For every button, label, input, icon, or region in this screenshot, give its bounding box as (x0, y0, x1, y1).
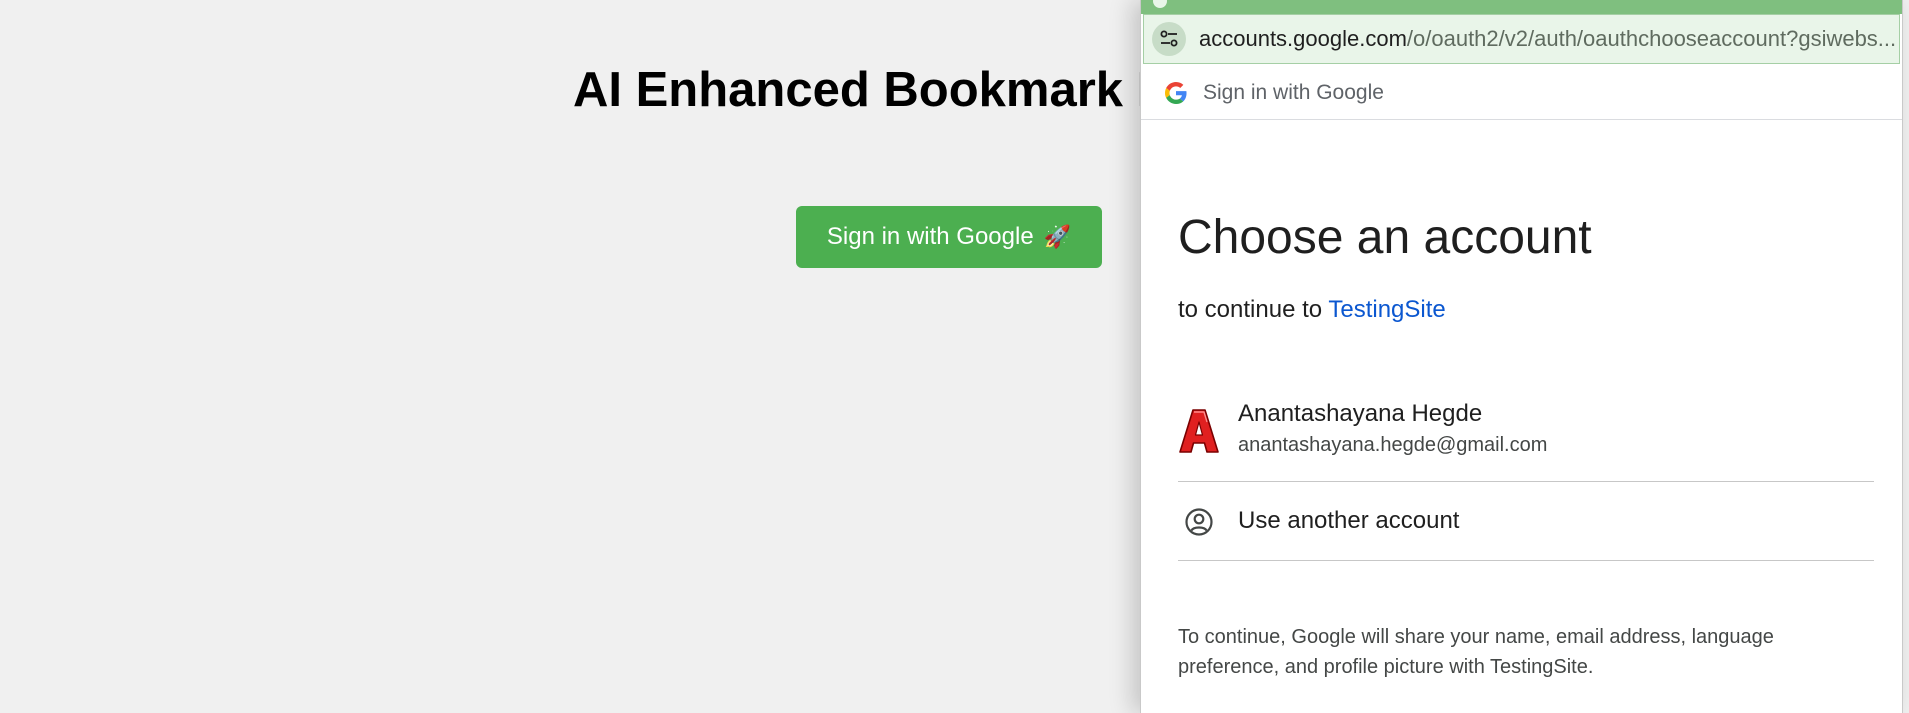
google-g-icon (1165, 81, 1187, 104)
use-another-account-label: Use another account (1238, 507, 1460, 534)
continue-prefix: to continue to (1178, 296, 1323, 323)
sign-in-button-label: Sign in with Google (826, 223, 1034, 250)
avatar (1179, 409, 1219, 453)
account-circle-icon (1185, 508, 1213, 536)
url-domain: accounts.google.com (1199, 26, 1407, 51)
privacy-disclaimer: To continue, Google will share your name… (1178, 626, 1774, 678)
google-signin-popup: accounts.google.com/o/oauth2/v2/auth/oau… (1140, 0, 1903, 713)
url-path: /o/oauth2/v2/auth/oauthchooseaccount?gsi… (1406, 26, 1897, 51)
account-email: anantashayana.hegde@gmail.com (1238, 434, 1548, 456)
popup-titlebar[interactable] (1141, 0, 1902, 14)
tune-settings-icon[interactable] (1152, 22, 1186, 56)
use-another-account-button[interactable]: Use another account (1178, 483, 1874, 561)
sign-in-with-google-button[interactable]: Sign in with Google 🚀 (796, 206, 1102, 268)
window-icon (1153, 0, 1167, 8)
choose-account-heading: Choose an account (1178, 211, 1592, 264)
site-name-link[interactable]: TestingSite (1328, 296, 1445, 323)
gsi-header: Sign in with Google (1141, 66, 1902, 120)
rocket-icon: 🚀 (1043, 224, 1072, 249)
screen: AI Enhanced Bookmark M Sign in with Goog… (0, 0, 1909, 713)
url-bar[interactable]: accounts.google.com/o/oauth2/v2/auth/oau… (1143, 14, 1900, 64)
continue-to-line: to continue to TestingSite (1178, 296, 1446, 324)
account-list-item[interactable]: Anantashayana Hegde anantashayana.hegde@… (1178, 390, 1874, 482)
gsi-header-title: Sign in with Google (1203, 80, 1384, 104)
account-name: Anantashayana Hegde (1238, 400, 1483, 427)
app-title: AI Enhanced Bookmark M (573, 63, 1178, 117)
url-text: accounts.google.com/o/oauth2/v2/auth/oau… (1199, 26, 1896, 52)
